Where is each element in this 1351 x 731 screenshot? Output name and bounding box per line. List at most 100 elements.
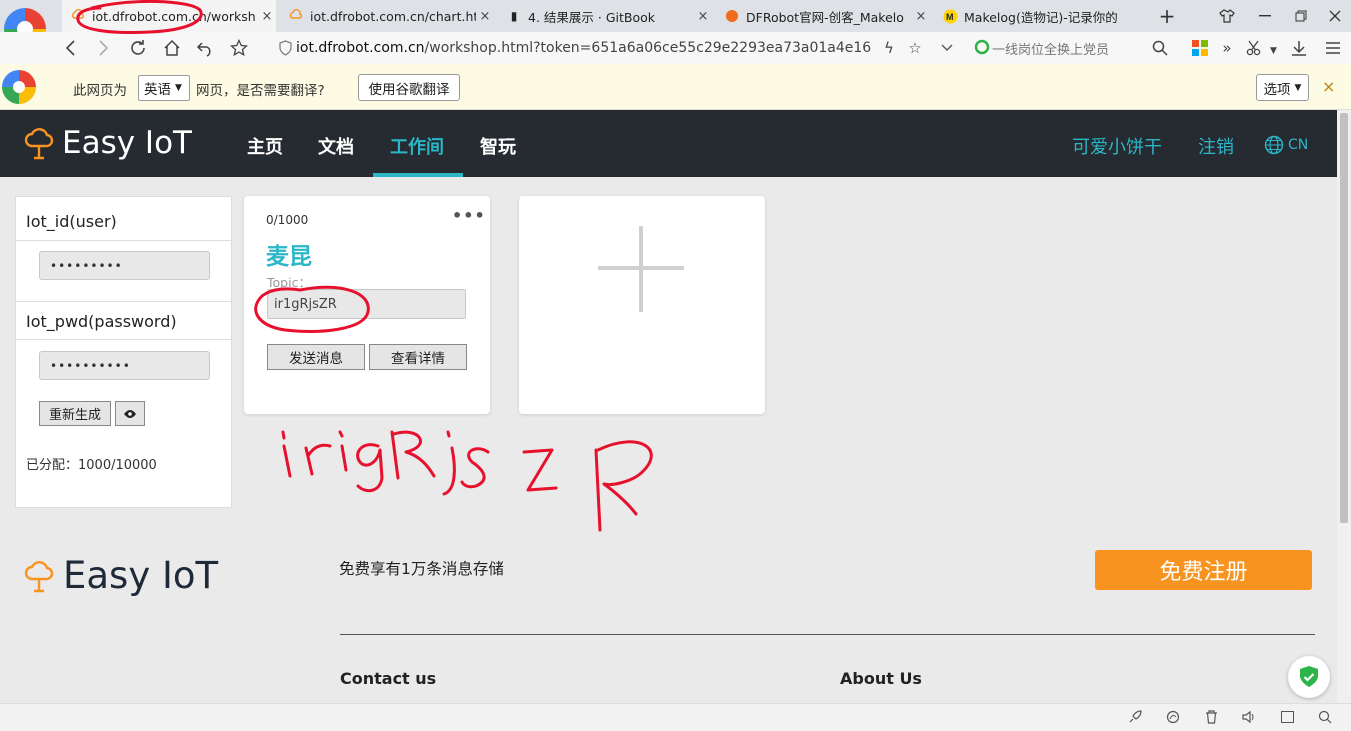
site-logo[interactable]: Easy IoT xyxy=(24,125,192,161)
makelog-icon: M xyxy=(942,8,958,24)
translate-button[interactable]: 使用谷歌翻译 xyxy=(358,74,460,101)
chevron-down-icon: ▼ xyxy=(1294,82,1302,93)
nav-docs[interactable]: 文档 xyxy=(318,133,354,159)
restore-icon[interactable] xyxy=(1284,0,1318,32)
trash-icon[interactable] xyxy=(1200,706,1222,728)
url-path: /workshop.html?token=651a6a06ce55c29e229… xyxy=(424,40,872,56)
footer-logo: Easy IoT xyxy=(24,554,218,597)
chevron-down-icon: ▼ xyxy=(175,83,182,93)
browser-mode-icon[interactable] xyxy=(1162,706,1184,728)
globe-icon xyxy=(1264,135,1284,155)
user-name-link[interactable]: 可爱小饼干 xyxy=(1072,133,1162,159)
about-heading: About Us xyxy=(840,669,922,688)
scissors-dropdown-icon[interactable]: ▼ xyxy=(1270,46,1277,56)
reload-icon[interactable] xyxy=(123,32,153,64)
tab-label: iot.dfrobot.com.cn/worksh xyxy=(92,8,256,24)
active-nav-indicator xyxy=(373,173,463,177)
logout-link[interactable]: 注销 xyxy=(1198,133,1234,159)
device-name: 麦昆 xyxy=(266,244,312,270)
cloud-icon xyxy=(70,8,86,24)
assigned-count: 已分配：1000/10000 xyxy=(26,458,157,473)
undo-close-icon[interactable] xyxy=(190,32,220,64)
logo-text: Easy IoT xyxy=(62,125,192,161)
options-label: 选项 xyxy=(1263,81,1291,98)
show-password-button[interactable] xyxy=(115,401,145,426)
iot-id-label: Iot_id(user) xyxy=(26,212,117,231)
contact-heading: Contact us xyxy=(340,669,437,688)
nav-play[interactable]: 智玩 xyxy=(480,133,516,159)
regenerate-button[interactable]: 重新生成 xyxy=(39,401,111,426)
close-translate-icon[interactable]: × xyxy=(1322,77,1335,96)
language-value: 英语 xyxy=(144,82,171,98)
tab-label: DFRobot官网-创客_Makelo xyxy=(746,9,904,25)
register-button[interactable]: 免费注册 xyxy=(1095,550,1312,590)
footer-divider xyxy=(340,634,1315,635)
home-icon[interactable] xyxy=(157,32,187,64)
tab-label: Makelog(造物记)-记录你的 xyxy=(964,9,1118,25)
iot-id-field[interactable]: ••••••••• xyxy=(39,251,210,280)
footer-logo-text: Easy IoT xyxy=(63,554,219,597)
close-window-icon[interactable] xyxy=(1318,0,1351,32)
zoom-icon[interactable] xyxy=(1314,706,1336,728)
iot-pwd-field[interactable]: •••••••••• xyxy=(39,351,210,380)
window-icon[interactable] xyxy=(1276,706,1298,728)
tab-dfrobot[interactable]: DFRobot官网-创客_Makelo × xyxy=(724,0,930,32)
scrollbar-thumb[interactable] xyxy=(1340,113,1348,523)
speaker-icon[interactable] xyxy=(1238,706,1260,728)
nav-home[interactable]: 主页 xyxy=(247,133,283,159)
plus-icon[interactable] xyxy=(598,266,684,270)
book-icon: ▮ xyxy=(510,9,518,23)
new-tab-button[interactable]: + xyxy=(1150,0,1184,32)
scissors-icon[interactable] xyxy=(1240,32,1270,64)
rocket-icon[interactable] xyxy=(1124,706,1146,728)
translate-logo-icon xyxy=(2,70,36,104)
nav-workshop[interactable]: 工作间 xyxy=(390,133,444,159)
shirt-icon[interactable] xyxy=(1210,0,1244,32)
forward-icon[interactable] xyxy=(89,32,119,64)
language-select[interactable]: 英语 ▼ xyxy=(138,75,190,101)
minimize-icon[interactable] xyxy=(1248,0,1282,32)
cloud-icon xyxy=(288,8,304,24)
more-tools-icon[interactable]: » xyxy=(1212,32,1242,64)
url-host: iot.dfrobot.com.cn xyxy=(296,40,425,56)
view-details-button[interactable]: 查看详情 xyxy=(369,344,467,370)
back-icon[interactable] xyxy=(55,32,85,64)
close-tab-icon[interactable]: × xyxy=(476,9,494,24)
iot-pwd-label: Iot_pwd(password) xyxy=(26,312,177,331)
eye-icon xyxy=(124,409,136,418)
security-shield-icon[interactable] xyxy=(1288,656,1330,698)
svg-text:M: M xyxy=(946,12,954,22)
translate-prompt: 此网页为 xyxy=(73,83,127,99)
favorite-icon[interactable]: ☆ xyxy=(900,32,930,64)
url-field[interactable]: iot.dfrobot.com.cn/workshop.html?token=6… xyxy=(296,32,871,64)
search-engine-icon xyxy=(974,39,990,59)
status-bar xyxy=(0,703,1351,731)
tab-chart[interactable]: iot.dfrobot.com.cn/chart.ht × xyxy=(288,0,494,32)
tab-workshop[interactable]: iot.dfrobot.com.cn/worksh × xyxy=(62,0,276,32)
topic-field[interactable]: ir1gRjsZR xyxy=(267,289,466,319)
close-tab-icon[interactable]: × xyxy=(258,9,276,24)
language-switch[interactable]: CN xyxy=(1264,135,1308,155)
bookmark-star-icon[interactable] xyxy=(224,32,254,64)
search-input[interactable]: 一线岗位全换上党员 xyxy=(992,32,1109,64)
search-icon[interactable] xyxy=(1145,32,1175,64)
site-info-icon[interactable] xyxy=(278,40,293,60)
send-message-button[interactable]: 发送消息 xyxy=(267,344,365,370)
close-tab-icon[interactable]: × xyxy=(694,9,712,24)
storage-info: 免费享有1万条消息存储 xyxy=(339,560,504,578)
dfrobot-icon xyxy=(724,8,740,24)
tab-gitbook[interactable]: ▮ 4. 结果展示 · GitBook × xyxy=(506,0,712,32)
divider xyxy=(16,301,231,302)
cloud-tree-icon xyxy=(24,128,54,160)
apps-grid-icon[interactable] xyxy=(1192,40,1208,56)
download-icon[interactable] xyxy=(1284,32,1314,64)
close-tab-icon[interactable]: × xyxy=(912,9,930,24)
translate-question: 网页，是否需要翻译? xyxy=(196,83,325,99)
menu-icon[interactable] xyxy=(1318,32,1348,64)
translate-options[interactable]: 选项 ▼ xyxy=(1256,74,1309,101)
tab-makelog[interactable]: M Makelog(造物记)-记录你的 xyxy=(942,0,1142,32)
divider xyxy=(16,339,231,340)
language-code: CN xyxy=(1288,137,1309,153)
more-options-icon[interactable]: ••• xyxy=(452,206,486,225)
dropdown-chevron-icon[interactable] xyxy=(932,32,962,64)
